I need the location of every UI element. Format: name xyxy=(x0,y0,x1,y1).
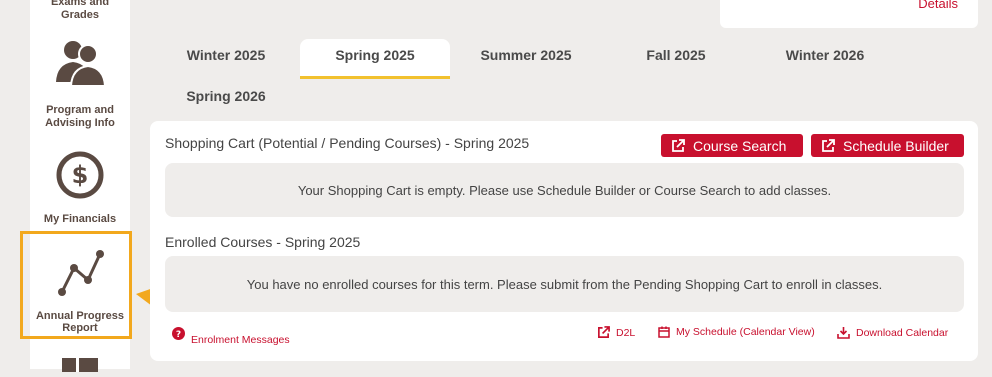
sidebar-item-label: Exams and xyxy=(50,0,110,8)
my-schedule-label: My Schedule (Calendar View) xyxy=(676,326,815,338)
external-link-icon xyxy=(598,326,610,338)
course-search-label: Course Search xyxy=(693,137,787,154)
download-calendar-label: Download Calendar xyxy=(856,326,949,339)
sidebar-item-label: Program and xyxy=(46,104,114,116)
shopping-cart-empty-message: Your Shopping Cart is empty. Please use … xyxy=(165,163,964,217)
highlight-box xyxy=(20,231,132,339)
d2l-label: D2L xyxy=(616,326,636,339)
sidebar-item-label: Grades xyxy=(61,9,99,21)
enrolment-messages-link[interactable]: ? Enrolment Messages xyxy=(172,327,290,346)
sidebar-item-exams-grades[interactable]: Exams and Grades xyxy=(30,0,130,22)
svg-text:?: ? xyxy=(176,330,181,340)
shopping-cart-title: Shopping Cart (Potential / Pending Cours… xyxy=(165,135,530,151)
sidebar-item-program-advising[interactable]: Program and Advising Info xyxy=(30,38,130,130)
external-link-icon xyxy=(672,138,685,152)
download-calendar-link[interactable]: Download Calendar xyxy=(837,326,948,339)
tab-spring-2025[interactable]: Spring 2025 xyxy=(300,39,450,79)
users-icon xyxy=(54,38,107,90)
tab-spring-2026[interactable]: Spring 2026 xyxy=(166,80,286,112)
tab-winter-2026[interactable]: Winter 2026 xyxy=(765,39,885,79)
details-card: Details xyxy=(720,0,978,28)
tab-summer-2025[interactable]: Summer 2025 xyxy=(466,39,586,79)
schedule-builder-button[interactable]: Schedule Builder xyxy=(811,134,964,157)
book-icon[interactable] xyxy=(62,356,98,377)
question-icon: ? xyxy=(172,327,185,340)
enrolled-courses-title: Enrolled Courses - Spring 2025 xyxy=(165,234,361,250)
svg-text:$: $ xyxy=(72,161,89,189)
d2l-link[interactable]: D2L xyxy=(597,326,635,339)
details-link[interactable]: Details xyxy=(918,0,958,11)
my-schedule-link[interactable]: My Schedule (Calendar View) xyxy=(658,326,815,338)
enrolled-empty-message: You have no enrolled courses for this te… xyxy=(165,256,964,312)
shopping-cart-empty-text: Your Shopping Cart is empty. Please use … xyxy=(297,182,832,198)
dollar-icon: $ xyxy=(55,150,105,204)
course-search-button[interactable]: Course Search xyxy=(661,134,803,157)
external-link-icon xyxy=(822,138,835,152)
sidebar-item-my-financials[interactable]: $ My Financials xyxy=(30,150,130,228)
sidebar-item-label: Advising Info xyxy=(45,117,115,129)
sidebar-item-label: My Financials xyxy=(43,213,117,225)
enrolment-messages-label: Enrolment Messages xyxy=(191,333,290,346)
schedule-builder-label: Schedule Builder xyxy=(843,137,949,154)
tab-fall-2025[interactable]: Fall 2025 xyxy=(616,39,736,79)
download-icon xyxy=(837,327,850,339)
enrolled-empty-text: You have no enrolled courses for this te… xyxy=(246,276,883,292)
main-panel: Shopping Cart (Potential / Pending Cours… xyxy=(150,121,978,361)
calendar-icon xyxy=(658,326,670,338)
tab-winter-2025[interactable]: Winter 2025 xyxy=(166,39,286,79)
